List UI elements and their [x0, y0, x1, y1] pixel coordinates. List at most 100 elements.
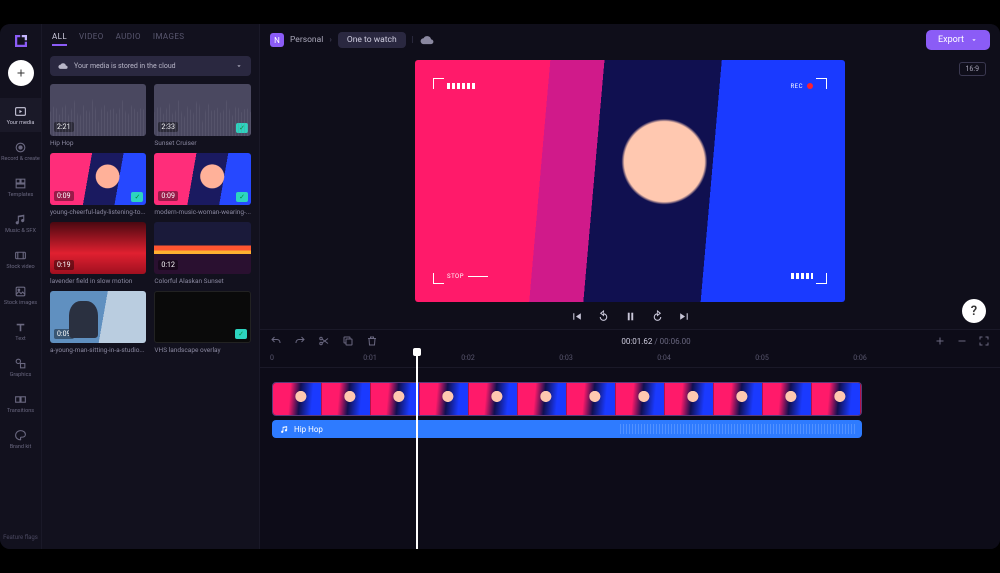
add-button[interactable] — [8, 60, 34, 86]
rail-templates[interactable]: Templates — [0, 170, 41, 204]
ruler-tick: 0:01 — [363, 354, 377, 362]
media-thumbnail[interactable]: 0:09 — [50, 291, 146, 343]
media-thumbnail[interactable]: 2:33✓ — [154, 84, 251, 136]
app-root: Your media Record & create Templates Mus… — [0, 24, 1000, 549]
timeline: 00:01.62 / 00:06.00 00:010:020:030:040:0… — [260, 329, 1000, 549]
chevron-down-icon — [970, 36, 978, 44]
transitions-icon — [14, 392, 28, 406]
rail-stock-video[interactable]: Stock video — [0, 242, 41, 276]
preview-canvas[interactable]: REC STOP — [415, 60, 845, 302]
zoom-fit-button[interactable] — [978, 335, 990, 347]
media-thumbnail[interactable]: 0:09✓ — [154, 153, 251, 205]
stock-video-icon — [14, 248, 28, 262]
media-item: 0:12 Colorful Alaskan Sunset — [154, 222, 251, 285]
rail-record-create[interactable]: Record & create — [0, 134, 41, 168]
media-label: lavender field in slow motion — [50, 277, 146, 285]
timeline-ruler[interactable]: 00:010:020:030:040:050:06 — [260, 352, 1000, 368]
rail-graphics[interactable]: Graphics — [0, 350, 41, 384]
rec-dot-icon — [807, 83, 813, 89]
play-pause-button[interactable] — [624, 310, 637, 323]
workspace-badge[interactable]: N — [270, 33, 284, 47]
music-note-icon — [280, 425, 289, 434]
timeline-tracks: Hip Hop — [260, 368, 1000, 448]
ruler-tick: 0:06 — [853, 354, 867, 362]
skip-end-button[interactable] — [678, 310, 691, 323]
zoom-out-button[interactable] — [956, 335, 968, 347]
zoom-in-button[interactable] — [934, 335, 946, 347]
main-area: N Personal › One to watch | Export 16:9 … — [260, 24, 1000, 549]
media-duration: 0:19 — [54, 260, 74, 270]
used-badge-icon: ✓ — [131, 192, 143, 202]
undo-button[interactable] — [270, 335, 282, 347]
media-icon — [14, 104, 28, 118]
overlay-bottom-left: STOP — [433, 268, 503, 284]
tab-video[interactable]: VIDEO — [79, 32, 104, 46]
tab-audio[interactable]: AUDIO — [116, 32, 141, 46]
media-label: modern-music-woman-wearing-... — [154, 208, 251, 216]
rail-text[interactable]: Text — [0, 314, 41, 348]
left-rail: Your media Record & create Templates Mus… — [0, 24, 42, 549]
video-track[interactable] — [270, 382, 990, 416]
skip-start-button[interactable] — [570, 310, 583, 323]
delete-button[interactable] — [366, 335, 378, 347]
media-item: 0:09✓ modern-music-woman-wearing-... — [154, 153, 251, 216]
record-icon — [14, 140, 28, 154]
overlay-bottom-right — [757, 268, 827, 284]
chevron-down-icon — [235, 62, 243, 70]
rail-your-media[interactable]: Your media — [0, 98, 41, 132]
forward-button[interactable] — [651, 310, 664, 323]
media-label: VHS landscape overlay — [154, 346, 251, 354]
media-thumbnail[interactable]: 0:19 — [50, 222, 146, 274]
app-logo — [10, 30, 32, 52]
help-button[interactable]: ? — [962, 299, 986, 323]
video-clip[interactable] — [272, 382, 862, 416]
tab-images[interactable]: IMAGES — [153, 32, 185, 46]
audio-track[interactable]: Hip Hop — [270, 420, 990, 438]
cloud-storage-bar[interactable]: Your media is stored in the cloud — [50, 56, 251, 76]
split-button[interactable] — [318, 335, 330, 347]
rail-music-sfx[interactable]: Music & SFX — [0, 206, 41, 240]
media-thumbnail[interactable]: 2:21 — [50, 84, 146, 136]
media-label: young-cheerful-lady-listening-to... — [50, 208, 146, 216]
brand-kit-icon — [14, 428, 28, 442]
media-thumbnail[interactable]: 0:12 — [154, 222, 251, 274]
playhead-time: 00:01.62 / 00:06.00 — [621, 337, 690, 346]
playhead[interactable] — [416, 352, 418, 549]
breadcrumb: N Personal › One to watch | — [270, 32, 434, 48]
redo-button[interactable] — [294, 335, 306, 347]
playback-controls — [570, 310, 691, 323]
media-item: ✓ VHS landscape overlay — [154, 291, 251, 354]
cloud-sync-icon[interactable] — [420, 33, 434, 47]
media-item: 2:33✓Sunset Cruiser — [154, 84, 251, 147]
breadcrumb-separator: › — [329, 35, 332, 45]
overlay-top-left — [433, 78, 503, 94]
templates-icon — [14, 176, 28, 190]
ruler-tick: 0:04 — [657, 354, 671, 362]
timeline-toolbar: 00:01.62 / 00:06.00 — [260, 330, 1000, 352]
rewind-button[interactable] — [597, 310, 610, 323]
used-badge-icon: ✓ — [236, 192, 248, 202]
media-thumbnail[interactable]: ✓ — [154, 291, 251, 343]
export-button[interactable]: Export — [926, 30, 990, 50]
workspace-name[interactable]: Personal — [290, 35, 323, 45]
graphics-icon — [14, 356, 28, 370]
cloud-icon — [58, 61, 68, 71]
rail-stock-images[interactable]: Stock images — [0, 278, 41, 312]
tab-all[interactable]: ALL — [52, 32, 67, 46]
media-item: 2:21 Hip Hop — [50, 84, 146, 147]
copy-button[interactable] — [342, 335, 354, 347]
media-item: 0:09a-young-man-sitting-in-a-studio... — [50, 291, 146, 354]
media-duration: 2:33 — [158, 122, 178, 132]
media-item: 0:19 lavender field in slow motion — [50, 222, 146, 285]
media-label: Hip Hop — [50, 139, 146, 147]
audio-clip[interactable]: Hip Hop — [272, 420, 862, 438]
rail-feature-flags[interactable]: Feature flags — [3, 534, 38, 549]
media-thumbnail[interactable]: 0:09✓ — [50, 153, 146, 205]
media-grid: 2:21Hip Hop2:33✓Sunset Cruiser0:09✓young… — [42, 84, 259, 549]
project-title[interactable]: One to watch — [338, 32, 406, 48]
media-label: Colorful Alaskan Sunset — [154, 277, 251, 285]
divider: | — [412, 35, 414, 45]
ruler-tick: 0:02 — [461, 354, 475, 362]
rail-brand-kit[interactable]: Brand kit — [0, 422, 41, 456]
rail-transitions[interactable]: Transitions — [0, 386, 41, 420]
